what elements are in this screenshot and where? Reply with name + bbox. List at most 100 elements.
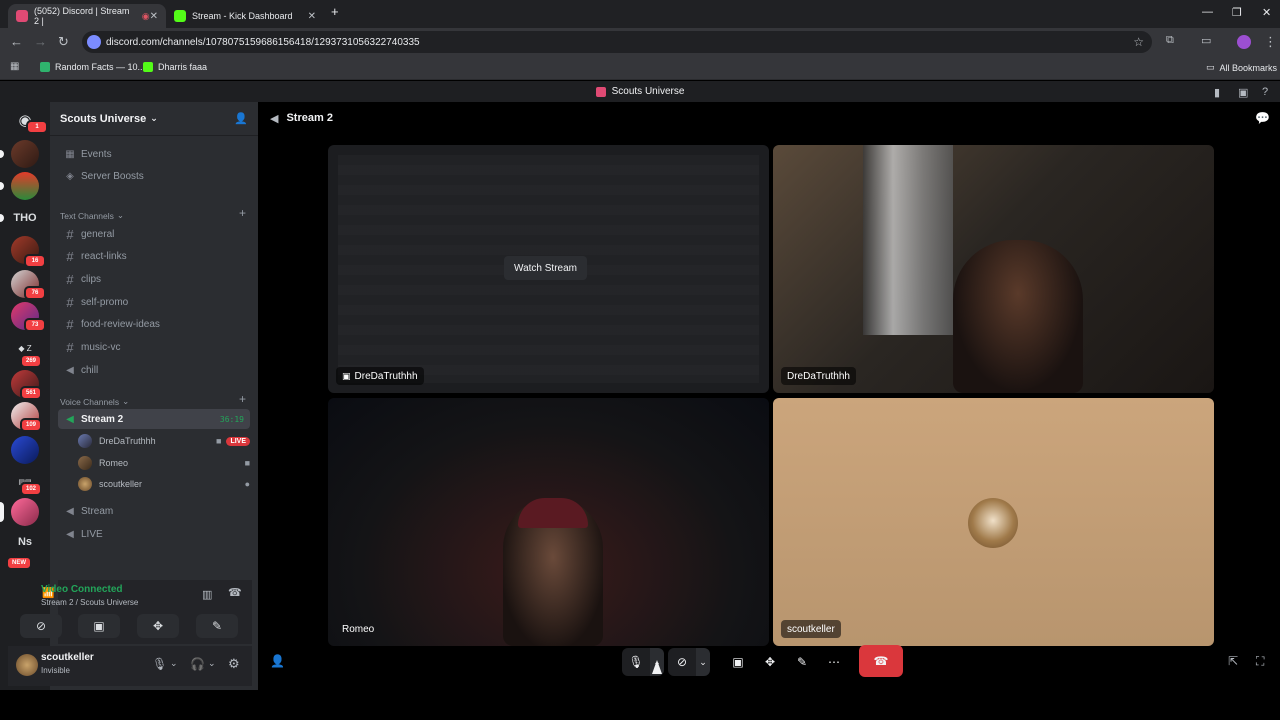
bookmarks-bar: ▦ Random Facts — 10... Dharris faaa ▭ Al… [0, 56, 1280, 80]
add-channel-icon[interactable]: + [239, 206, 246, 220]
menu-icon[interactable]: ⋮ [1264, 34, 1277, 50]
popout-icon[interactable]: ⇱ [1228, 654, 1238, 668]
voice-status-subtitle[interactable]: Stream 2 / Scouts Universe [41, 598, 138, 607]
category-label: Voice Channels [60, 396, 120, 407]
soundboard-button[interactable]: ✎ [196, 614, 238, 638]
reload-icon[interactable]: ↻ [58, 34, 69, 50]
disconnect-icon[interactable]: ☎ [228, 586, 242, 599]
close-tab-icon[interactable]: ✕ [308, 11, 316, 22]
voice-channel-stream[interactable]: ◀ Stream [58, 501, 250, 521]
apps-grid-icon[interactable]: ▦ [10, 61, 19, 72]
minimize-icon[interactable]: — [1202, 6, 1213, 18]
events-item[interactable]: ▦ Events [58, 144, 250, 164]
add-channel-icon[interactable]: + [239, 392, 246, 406]
browser-tab-discord[interactable]: (5052) Discord | Stream 2 | ◉ ✕ [8, 4, 166, 28]
screen-share-icon: ▣ [342, 370, 351, 381]
bottom-letterbox [0, 690, 1280, 720]
live-badge[interactable]: LIVE [226, 436, 250, 446]
chevron-down-icon[interactable]: ⌄ [208, 658, 216, 669]
more-options-button[interactable]: ⋯ [820, 648, 848, 676]
ellipsis-icon: ⋯ [828, 655, 840, 669]
fullscreen-icon[interactable]: ⛶ [1256, 654, 1264, 669]
watch-stream-label: Watch Stream [514, 262, 577, 274]
back-icon[interactable]: ← [10, 34, 23, 49]
server-badge: 561 [20, 386, 42, 400]
settings-gear-icon[interactable]: ⚙ [228, 656, 240, 672]
maximize-icon[interactable]: ❐ [1232, 6, 1242, 19]
close-window-icon[interactable]: ✕ [1262, 6, 1271, 19]
video-tile-romeo[interactable]: Romeo [328, 398, 769, 646]
channel-food-review-ideas[interactable]: # food-review-ideas [58, 314, 250, 334]
new-tab-icon[interactable]: + [331, 4, 339, 19]
profile-avatar[interactable] [1237, 35, 1251, 49]
boosts-label: Server Boosts [81, 170, 144, 182]
mute-button[interactable]: 🎙 [622, 648, 650, 676]
microphone-icon[interactable]: 🎙 [152, 657, 167, 671]
server-ns[interactable]: Ns [0, 536, 50, 548]
text-channels-category[interactable]: Text Channels ⌄ [60, 210, 124, 221]
soundboard-button[interactable]: ✎ [788, 648, 816, 676]
screen-icon[interactable]: ▣ [1238, 86, 1248, 99]
server-icon[interactable] [11, 140, 39, 168]
channel-chill[interactable]: ◀ chill [58, 360, 250, 380]
address-bar[interactable]: discord.com/channels/1078075159686156418… [82, 31, 1152, 53]
voice-status-title[interactable]: Video Connected [41, 584, 123, 595]
camera-off-button[interactable]: ⊘ [668, 648, 696, 676]
disconnect-button[interactable]: ☎ [859, 645, 903, 677]
share-screen-button[interactable]: ▣ [78, 614, 120, 638]
channel-react-links[interactable]: # react-links [58, 246, 250, 266]
close-tab-icon[interactable]: ✕ [150, 11, 158, 22]
channel-music-vc[interactable]: # music-vc [58, 337, 250, 357]
stream-tile-screen-share[interactable]: Watch Stream ▣ DreDaTruthhh [328, 145, 769, 393]
bookmark-star-icon[interactable]: ☆ [1133, 35, 1144, 49]
channel-self-promo[interactable]: # self-promo [58, 292, 250, 312]
server-header[interactable]: Scouts Universe ⌄ 👤 [50, 102, 258, 136]
voice-channels-category[interactable]: Voice Channels ⌄ [60, 396, 129, 407]
user-avatar[interactable] [16, 654, 38, 676]
chevron-down-icon[interactable]: ⌄ [170, 658, 178, 669]
channel-general[interactable]: # general [58, 224, 250, 244]
server-icon[interactable] [11, 436, 39, 464]
site-info-icon[interactable] [87, 35, 101, 49]
inbox-icon[interactable]: ▮ [1214, 86, 1220, 99]
voice-channel-live[interactable]: ◀ LIVE [58, 524, 250, 544]
headphones-icon[interactable]: 🎧 [190, 657, 205, 671]
all-bookmarks[interactable]: ▭ All Bookmarks [1206, 62, 1277, 73]
chat-icon[interactable]: 💬 [1255, 111, 1270, 125]
cast-icon[interactable]: ▭ [1201, 34, 1211, 47]
video-tile-dredatruthhh[interactable]: DreDaTruthhh [773, 145, 1214, 393]
voice-user-scoutkeller[interactable]: scoutkeller ● [78, 474, 250, 494]
call-timer: 36:19 [219, 414, 244, 424]
bookmark-random-facts[interactable]: Random Facts — 10... [40, 62, 145, 72]
activities-button[interactable]: ✥ [756, 648, 784, 676]
channel-label: self-promo [81, 296, 129, 308]
server-icon[interactable] [11, 172, 39, 200]
voice-user-dredatruthhh[interactable]: DreDaTruthhh ■ LIVE [78, 431, 250, 451]
invite-people-icon[interactable]: 👤 [234, 112, 248, 125]
avatar [78, 434, 92, 448]
noise-suppression-icon[interactable]: ▥ [202, 588, 212, 601]
invite-to-voice-icon[interactable]: 👤 [270, 654, 285, 668]
video-off-button[interactable]: ⊘ [20, 614, 62, 638]
forward-icon[interactable]: → [34, 34, 47, 49]
voice-user-romeo[interactable]: Romeo ■ [78, 453, 250, 473]
channel-clips[interactable]: # clips [58, 269, 250, 289]
watch-stream-button[interactable]: Watch Stream [504, 256, 587, 280]
help-icon[interactable]: ? [1262, 86, 1268, 98]
server-boosts-item[interactable]: ◈ Server Boosts [58, 166, 250, 186]
unread-pill [0, 182, 4, 190]
all-bookmarks-label: All Bookmarks [1219, 62, 1278, 73]
hash-icon: # [66, 294, 74, 310]
browser-tab-kick[interactable]: Stream - Kick Dashboard ✕ [166, 4, 324, 28]
extensions-icon[interactable]: ⧉ [1166, 34, 1174, 47]
user-name[interactable]: scoutkeller [41, 652, 94, 663]
camera-options-button[interactable]: ⌄ [696, 648, 710, 676]
activities-button[interactable]: ✥ [137, 614, 179, 638]
voice-channel-stream-2[interactable]: ◀ Stream 2 36:19 [58, 409, 250, 429]
video-tile-scoutkeller[interactable]: scoutkeller [773, 398, 1214, 646]
share-screen-button[interactable]: ▣ [724, 648, 752, 676]
avatar [78, 456, 92, 470]
server-icon[interactable] [11, 498, 39, 526]
server-tho[interactable]: THO [0, 212, 50, 224]
bookmark-dharris[interactable]: Dharris faaa [143, 62, 207, 72]
